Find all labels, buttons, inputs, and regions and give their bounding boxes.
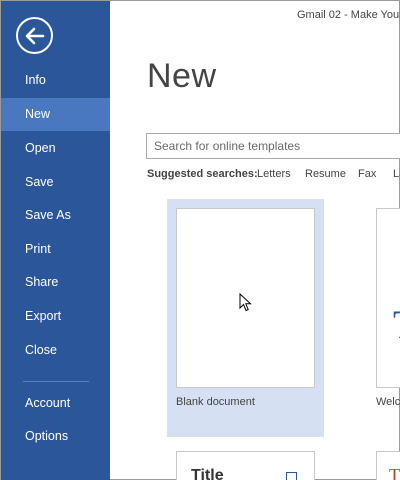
nav-print[interactable]: Print [1, 233, 110, 266]
back-button[interactable] [16, 17, 53, 54]
mouse-cursor-icon [239, 293, 252, 312]
suggested-searches-label: Suggested searches: [147, 168, 258, 180]
document-icon [286, 472, 297, 480]
template-red-glyph: T [389, 465, 400, 480]
template-caption-welcome: Welco [376, 396, 400, 408]
template-search-box[interactable] [146, 133, 400, 159]
nav-close[interactable]: Close [1, 334, 110, 367]
template-search-input[interactable] [147, 134, 400, 158]
backstage-sidebar: Info New Open Save Save As Print Share E… [1, 1, 110, 480]
suggested-link-more[interactable]: La [393, 168, 400, 180]
template-welcome-glyph: T [393, 301, 400, 348]
back-arrow-icon [25, 27, 44, 44]
template-caption-blank: Blank document [176, 396, 255, 408]
nav-open[interactable]: Open [1, 132, 110, 165]
nav-info[interactable]: Info [1, 64, 110, 97]
nav-account[interactable]: Account [1, 387, 110, 420]
nav-divider [23, 381, 89, 382]
template-thumbnail-welcome[interactable] [376, 208, 400, 388]
nav-share[interactable]: Share [1, 266, 110, 299]
window-title: Gmail 02 - Make Your [297, 9, 400, 21]
nav-options[interactable]: Options [1, 420, 110, 453]
nav-save[interactable]: Save [1, 166, 110, 199]
template-title-text: Title [191, 467, 224, 480]
nav-export[interactable]: Export [1, 300, 110, 333]
suggested-link-fax[interactable]: Fax [358, 168, 376, 180]
suggested-link-letters[interactable]: Letters [257, 168, 291, 180]
page-title: New [147, 57, 217, 95]
nav-save-as[interactable]: Save As [1, 199, 110, 232]
nav-new[interactable]: New [1, 98, 110, 131]
suggested-link-resume[interactable]: Resume [305, 168, 346, 180]
